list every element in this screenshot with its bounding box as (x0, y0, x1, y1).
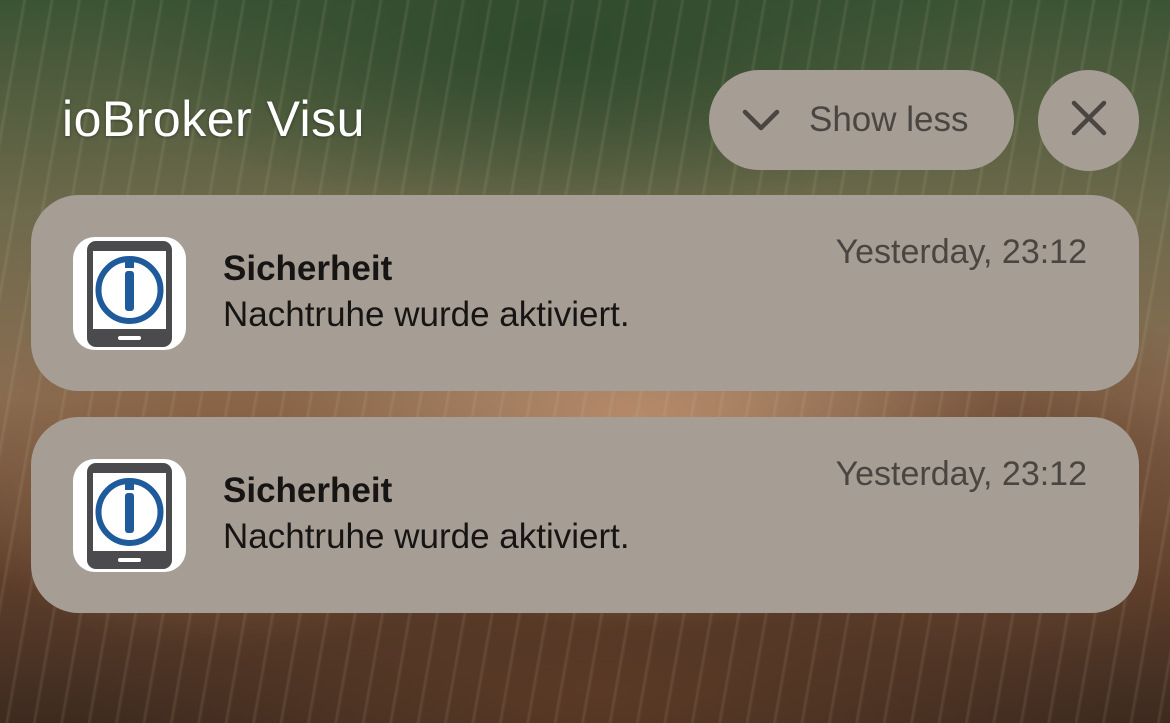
app-group-title: ioBroker Visu (62, 91, 365, 147)
notification-body: Nachtruhe wurde aktiviert. (223, 295, 630, 334)
notification-card[interactable]: Sicherheit Nachtruhe wurde aktiviert. Ye… (31, 195, 1139, 391)
show-less-button[interactable]: Show less (709, 70, 1014, 170)
iobroker-app-icon (73, 459, 186, 572)
notification-time: Yesterday, 23:12 (835, 233, 1087, 271)
chevron-down-icon (741, 100, 781, 140)
notification-title: Sicherheit (223, 471, 393, 510)
iobroker-app-icon (73, 237, 186, 350)
notification-title: Sicherheit (223, 249, 393, 288)
notification-card[interactable]: Sicherheit Nachtruhe wurde aktiviert. Ye… (31, 417, 1139, 613)
notification-time: Yesterday, 23:12 (835, 455, 1087, 493)
notification-body: Nachtruhe wurde aktiviert. (223, 517, 630, 556)
show-less-label: Show less (809, 100, 969, 139)
close-icon (1070, 99, 1108, 142)
clear-notifications-button[interactable] (1038, 70, 1139, 171)
